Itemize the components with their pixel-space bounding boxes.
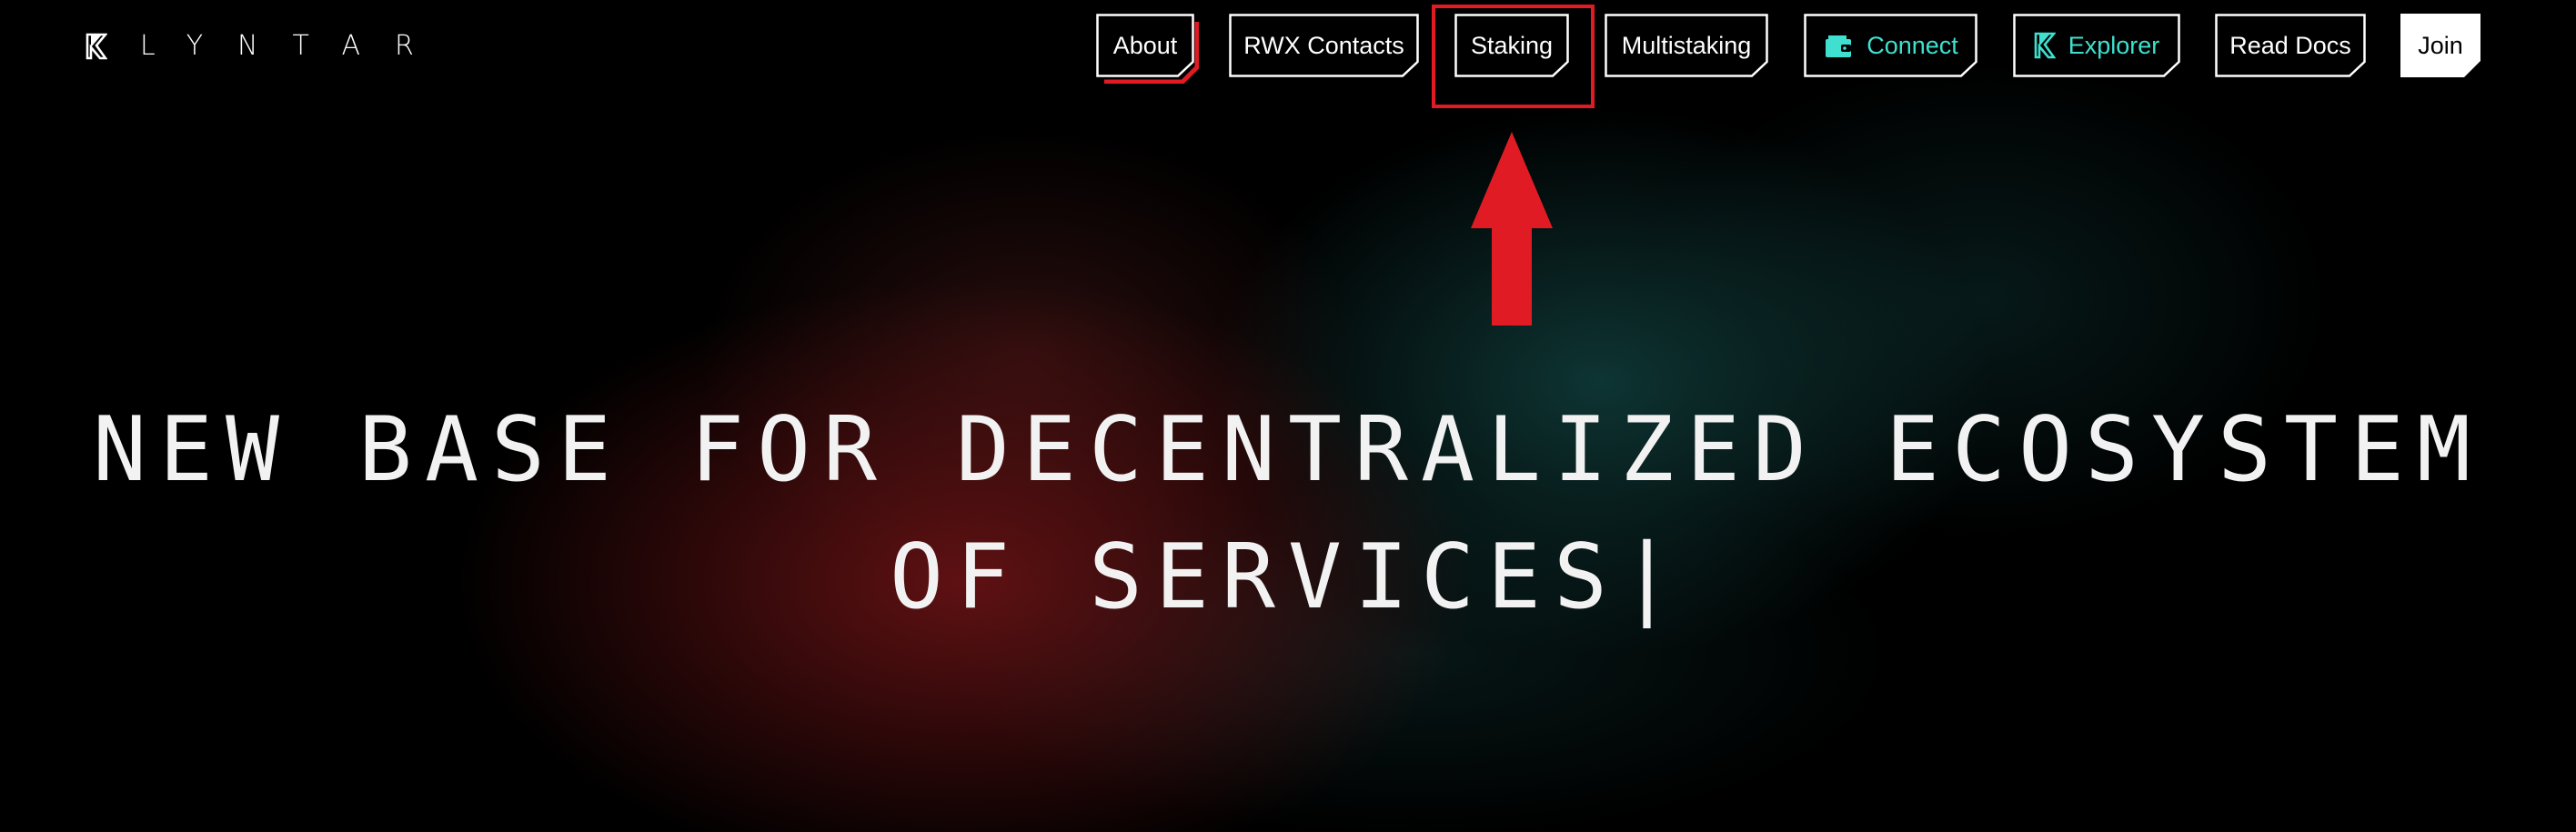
- logo-wordmark: LYNTAR: [140, 30, 448, 62]
- nav-rwx-contacts-button[interactable]: RWX Contacts: [1229, 14, 1419, 77]
- hero-headline: NEW BASE FOR DECENTRALIZED ECOSYSTEM OF …: [0, 386, 2576, 641]
- nav-multistaking-label: Multistaking: [1621, 31, 1752, 59]
- wallet-icon: [1826, 35, 1852, 57]
- nav-join-button[interactable]: Join: [2400, 14, 2480, 77]
- hero-headline-line1: NEW BASE FOR DECENTRALIZED ECOSYSTEM: [92, 398, 2484, 502]
- nav-connect-label: Connect: [1867, 31, 1958, 59]
- nav-connect-button[interactable]: Connect: [1804, 14, 1977, 77]
- arrow-up-icon: [1471, 132, 1553, 326]
- klyntar-logo-icon: [86, 33, 107, 60]
- nav-read-docs-button[interactable]: Read Docs: [2215, 14, 2366, 77]
- nav-about-button[interactable]: About: [1096, 14, 1194, 77]
- hero-headline-line2-text: OF SERVICES|: [889, 526, 1686, 629]
- nav-join-label: Join: [2418, 31, 2463, 59]
- klyntar-k-icon: [2034, 32, 2056, 59]
- nav-multistaking-button[interactable]: Multistaking: [1605, 14, 1768, 77]
- nav-rwx-contacts-label: RWX Contacts: [1243, 31, 1404, 59]
- klyntar-logo[interactable]: LYNTAR: [86, 33, 448, 60]
- nav-staking-label: Staking: [1470, 31, 1554, 59]
- nav-read-docs-label: Read Docs: [2229, 31, 2351, 59]
- hero-headline-line2: OF SERVICES|: [0, 514, 2576, 641]
- nav-explorer-button[interactable]: Explorer: [2013, 14, 2180, 77]
- nav-explorer-label: Explorer: [2068, 31, 2160, 59]
- nav-about-label: About: [1112, 31, 1178, 59]
